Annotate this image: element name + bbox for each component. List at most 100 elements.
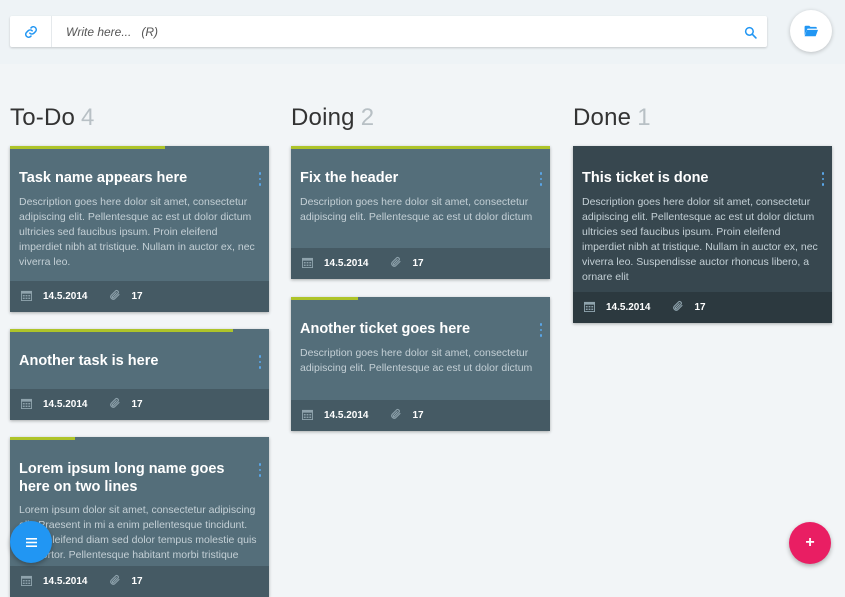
card-footer: 14.5.2014 17 — [10, 566, 269, 597]
task-card[interactable]: Lorem ipsum long name goes here on two l… — [10, 437, 269, 597]
card-due-date: 14.5.2014 — [43, 399, 88, 410]
card-title: This ticket is done — [582, 170, 709, 186]
calendar-icon — [21, 398, 32, 409]
card-description: Description goes here dolor sit amet, co… — [300, 346, 533, 374]
paperclip-icon — [672, 300, 683, 311]
paperclip-icon — [109, 289, 120, 300]
menu-button[interactable] — [10, 521, 52, 563]
card-progress-bar — [291, 146, 550, 149]
card-due-date: 14.5.2014 — [43, 291, 88, 302]
calendar-icon-wrap — [21, 573, 32, 591]
attachment-icon-wrap — [672, 299, 684, 317]
paperclip-icon — [109, 574, 120, 585]
column-done: Done 1 This ticket is done Description goes… — [573, 100, 833, 323]
more-vertical-icon — [258, 355, 262, 369]
card-footer: 14.5.2014 17 — [10, 389, 269, 420]
more-vertical-icon — [258, 172, 262, 186]
card-attachment-count: 17 — [131, 399, 143, 410]
search-bar — [10, 16, 767, 47]
attachment-icon-wrap — [109, 573, 121, 591]
card-menu-button[interactable] — [257, 355, 263, 369]
column-title-label: Done — [573, 104, 632, 131]
calendar-icon — [302, 409, 313, 420]
card-footer: 14.5.2014 17 — [10, 281, 269, 312]
card-due-date: 14.5.2014 — [324, 410, 369, 421]
card-attachment-count: 17 — [131, 291, 143, 302]
card-title: Another ticket goes here — [300, 321, 471, 337]
column-title-label: Doing — [291, 104, 355, 131]
calendar-icon — [302, 257, 313, 268]
folder-button[interactable] — [790, 10, 832, 52]
more-vertical-icon — [821, 172, 825, 186]
card-title: Fix the header — [300, 170, 399, 186]
column-title: Done 1 — [573, 100, 833, 136]
card-progress-bar — [291, 297, 359, 300]
link-button[interactable] — [10, 16, 52, 47]
card-progress-bar — [10, 437, 75, 440]
search-input[interactable] — [52, 16, 736, 47]
card-menu-button[interactable] — [257, 463, 263, 477]
card-due-date: 14.5.2014 — [43, 576, 88, 587]
calendar-icon-wrap — [302, 255, 313, 273]
card-footer: 14.5.2014 17 — [291, 248, 550, 279]
hamburger-menu-icon — [25, 537, 37, 547]
column-title: To-Do 4 — [10, 100, 270, 136]
plus-icon: + — [805, 534, 815, 551]
card-title: Lorem ipsum long name goes here on two l… — [19, 461, 225, 495]
card-progress-bar — [10, 146, 166, 149]
card-attachment-count: 17 — [131, 576, 143, 587]
card-menu-button[interactable] — [257, 172, 263, 186]
card-due-date: 14.5.2014 — [606, 302, 651, 313]
calendar-icon-wrap — [21, 288, 32, 306]
paperclip-icon — [390, 256, 401, 267]
more-vertical-icon — [539, 172, 543, 186]
column-card-count: 2 — [360, 104, 375, 131]
column-title-label: To-Do — [10, 104, 76, 131]
task-card[interactable]: Another task is here 14.5.2014 17 — [10, 329, 269, 420]
task-card[interactable]: This ticket is done Description goes here… — [573, 146, 832, 323]
paperclip-icon — [390, 408, 401, 419]
search-icon — [744, 26, 757, 39]
attachment-icon-wrap — [390, 255, 402, 273]
card-description: Description goes here dolor sit amet, co… — [19, 195, 255, 268]
more-vertical-icon — [258, 463, 262, 477]
column-card-count: 4 — [81, 104, 95, 131]
card-title: Task name appears here — [19, 170, 188, 186]
column-doing: Doing 2 Fix the header Description goes her… — [291, 100, 551, 431]
card-due-date: 14.5.2014 — [324, 258, 369, 269]
calendar-icon-wrap — [21, 396, 32, 414]
link-icon — [24, 25, 37, 38]
card-menu-button[interactable] — [538, 172, 544, 186]
card-title: Another task is here — [19, 353, 159, 369]
calendar-icon — [584, 301, 595, 312]
card-menu-button[interactable] — [820, 172, 826, 186]
card-attachment-count: 17 — [412, 410, 424, 421]
folder-open-icon — [804, 25, 818, 37]
card-footer: 14.5.2014 17 — [291, 400, 550, 431]
card-description: Description goes here dolor sit amet, co… — [582, 195, 818, 283]
task-card[interactable]: Another ticket goes here Description goes… — [291, 297, 550, 431]
card-description: Description goes here dolor sit amet, co… — [300, 195, 533, 223]
search-button[interactable] — [741, 23, 759, 41]
add-card-button[interactable]: + — [789, 522, 831, 564]
task-card[interactable]: Fix the header Description goes here dolo… — [291, 146, 550, 279]
card-attachment-count: 17 — [694, 302, 706, 313]
top-bar — [0, 0, 845, 64]
card-footer: 14.5.2014 17 — [573, 292, 832, 323]
more-vertical-icon — [539, 323, 543, 337]
column-to-do: To-Do 4 Task name appears here Description … — [10, 100, 270, 597]
attachment-icon-wrap — [109, 396, 121, 414]
card-progress-bar — [10, 329, 233, 332]
calendar-icon-wrap — [302, 407, 313, 425]
attachment-icon-wrap — [109, 288, 121, 306]
paperclip-icon — [109, 397, 120, 408]
calendar-icon — [21, 290, 32, 301]
calendar-icon-wrap — [584, 299, 595, 317]
column-card-count: 1 — [637, 104, 651, 131]
calendar-icon — [21, 575, 32, 586]
card-attachment-count: 17 — [412, 258, 424, 269]
column-title: Doing 2 — [291, 100, 551, 136]
card-menu-button[interactable] — [538, 323, 544, 337]
attachment-icon-wrap — [390, 407, 402, 425]
task-card[interactable]: Task name appears here Description goes h… — [10, 146, 269, 312]
